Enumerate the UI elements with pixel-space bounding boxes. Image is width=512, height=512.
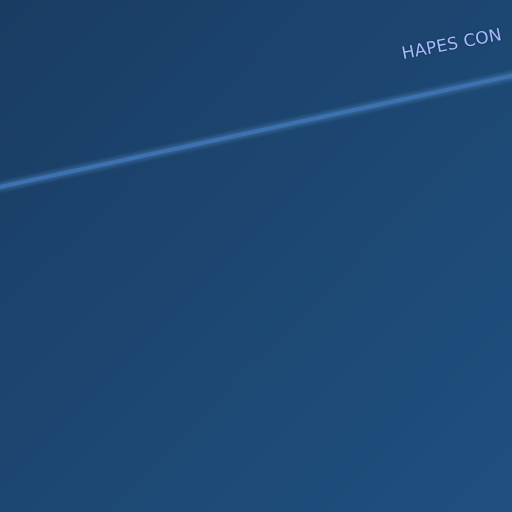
map-overlay [0,71,512,192]
map-canvas[interactable]: HAPES CON [0,0,512,512]
route-line[interactable] [0,73,512,189]
